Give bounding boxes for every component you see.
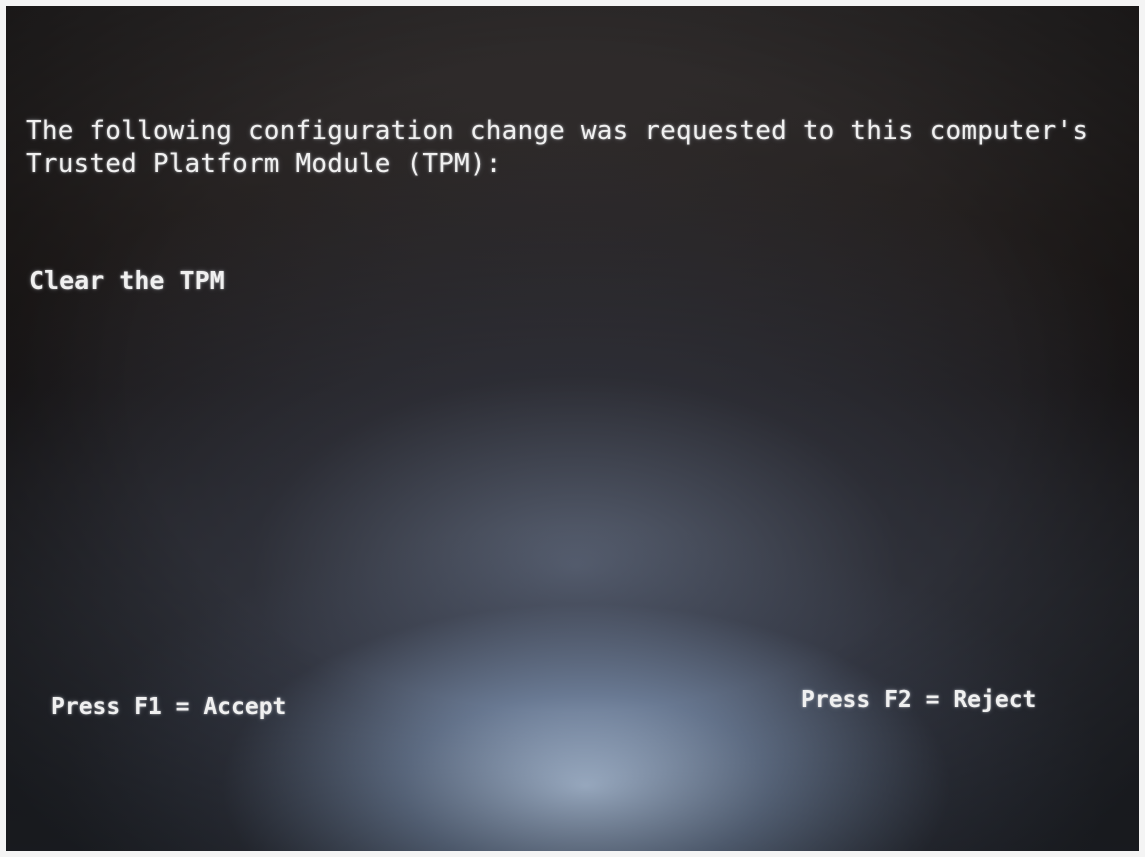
photo-frame: The following configuration change was r… [0, 0, 1145, 857]
message-line-1: The following configuration change was r… [26, 116, 1089, 146]
reject-prompt-f2[interactable]: Press F2 = Reject [801, 687, 1036, 713]
accept-prompt-f1[interactable]: Press F1 = Accept [51, 694, 286, 720]
bios-screen: The following configuration change was r… [6, 6, 1139, 851]
message-line-2: Trusted Platform Module (TPM): [26, 149, 502, 179]
requested-action: Clear the TPM [29, 266, 225, 295]
